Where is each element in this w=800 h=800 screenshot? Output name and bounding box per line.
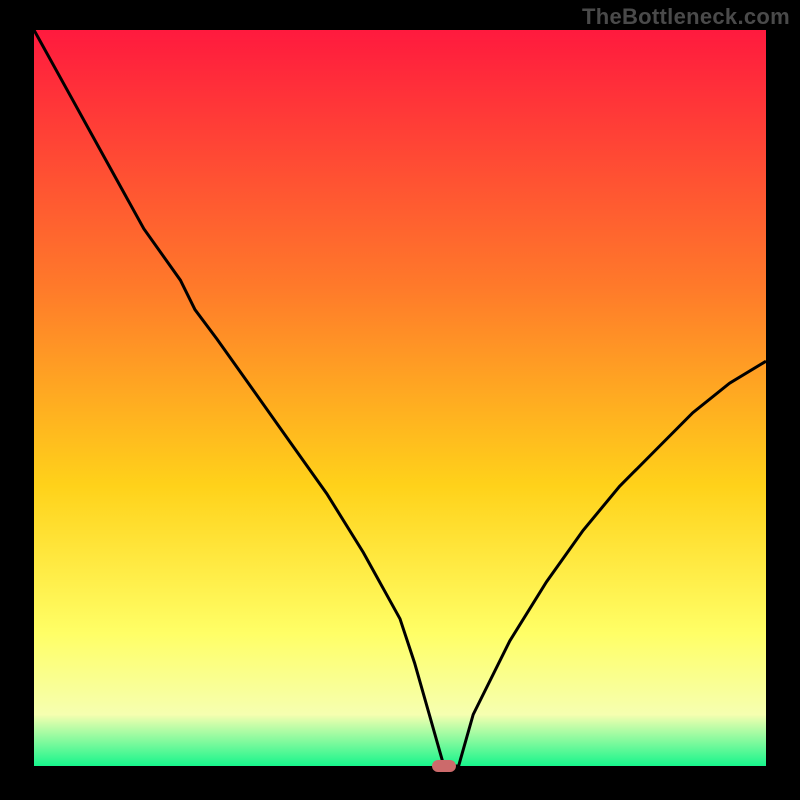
watermark-text: TheBottleneck.com — [582, 4, 790, 30]
chart-frame: TheBottleneck.com — [0, 0, 800, 800]
optimal-marker — [432, 760, 456, 772]
plot-area — [34, 30, 766, 766]
chart-svg — [34, 30, 766, 766]
gradient-background — [34, 30, 766, 766]
